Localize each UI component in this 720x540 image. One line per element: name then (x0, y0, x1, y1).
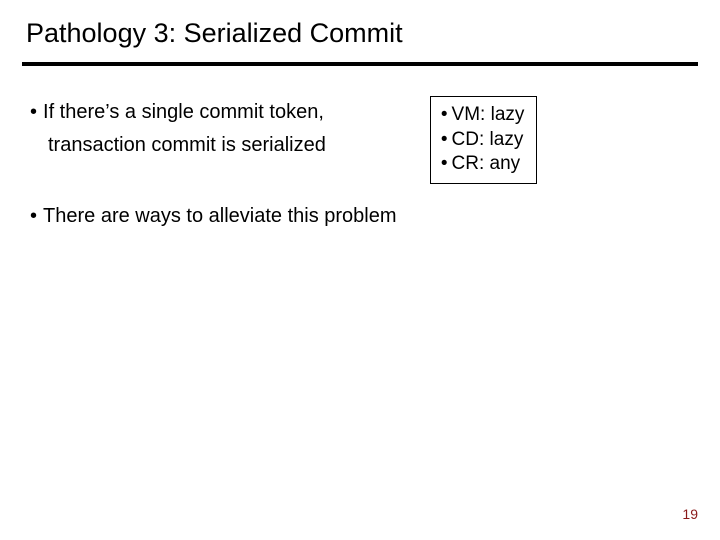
bullet-1-text-line1: If there’s a single commit token, (43, 101, 324, 123)
box-row-cr: •CR: any (441, 152, 525, 177)
cd-label: CD: (452, 129, 485, 150)
bullet-1: • If there’s a single commit token, trans… (30, 100, 326, 166)
box-row-vm: •VM: lazy (441, 103, 525, 128)
bullet-mark: • (441, 104, 448, 125)
bullet-1-text-line2: transaction commit is serialized (48, 134, 326, 156)
bullet-2: • There are ways to alleviate this proble… (30, 204, 690, 229)
title-rule (22, 62, 698, 66)
bullet-mark: • (30, 101, 37, 123)
bullet-1-line1: • If there’s a single commit token, (30, 100, 326, 125)
page-number: 19 (682, 506, 698, 522)
bullet-mark: • (441, 129, 448, 150)
properties-box: •VM: lazy •CD: lazy •CR: any (430, 96, 538, 184)
first-bullet-block: • If there’s a single commit token, trans… (30, 100, 690, 184)
cr-value: any (490, 153, 521, 174)
vm-value: lazy (491, 104, 525, 125)
slide-body: • If there’s a single commit token, trans… (30, 100, 690, 237)
bullet-mark: • (30, 205, 37, 227)
box-row-cd: •CD: lazy (441, 128, 525, 153)
bullet-1-line2: transaction commit is serialized (30, 133, 326, 158)
bullet-2-text: There are ways to alleviate this problem (43, 205, 397, 227)
vm-label: VM: (452, 104, 486, 125)
cr-label: CR: (452, 153, 485, 174)
slide-title: Pathology 3: Serialized Commit (26, 18, 403, 49)
cd-value: lazy (490, 129, 524, 150)
slide: Pathology 3: Serialized Commit • If there… (0, 0, 720, 540)
bullet-mark: • (441, 153, 448, 174)
